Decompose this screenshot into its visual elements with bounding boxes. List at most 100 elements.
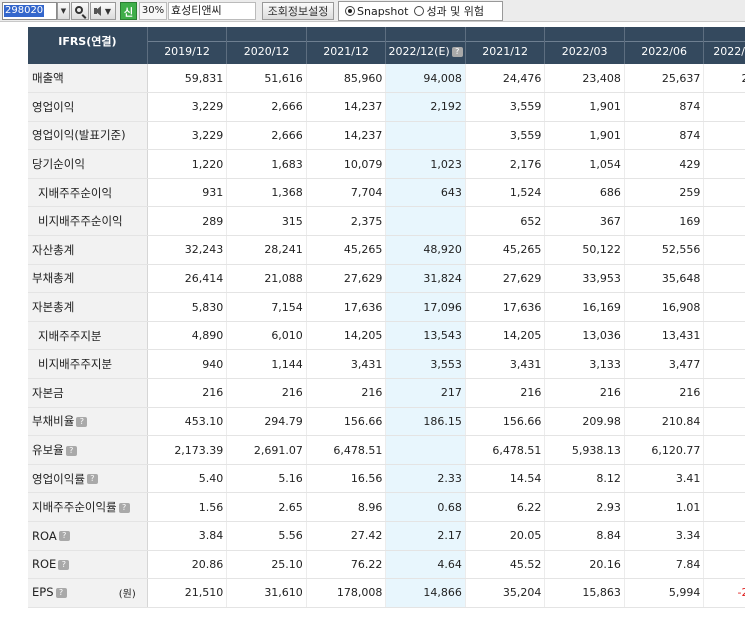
table-cell: 17,636 [465,292,546,322]
period-header[interactable]: 2022/09(P) [703,27,745,64]
table-cell: 5.56 [226,521,307,551]
table-cell [385,435,466,465]
help-icon[interactable]: ? [86,474,98,485]
table-cell [703,206,745,237]
period-header[interactable]: 2019/12 [147,27,228,64]
table-cell: 27.42 [306,521,387,551]
stock-code-text: 298020 [4,5,45,17]
table-cell: 32,243 [147,235,228,265]
table-cell [703,550,745,580]
financial-table: IFRS(연결) 2019/12 2020/12 2021/12 2022/12… [28,27,745,608]
company-name: 효성티앤씨 [168,2,256,20]
row-label-text: 자본총계 [32,300,75,315]
table-cell: 1,901 [544,92,625,122]
table-cell [703,321,745,351]
help-icon[interactable]: ? [55,587,67,598]
table-cell: -1,108 [703,121,745,151]
table-cell: -21,901 [703,578,745,608]
table-cell: 17,636 [306,292,387,322]
ratio-field[interactable]: 30% [139,2,167,20]
table-row: ROA? 3.84 5.56 27.42 2.17 20.05 8.84 3.34 [28,521,745,551]
table-cell: 8.96 [306,492,387,522]
row-label-text: 영업이익률 [32,471,85,486]
table-cell: 23,408 [544,64,625,94]
table-row: 지배주주지분 4,890 6,010 14,205 13,543 14,205 13,036… [28,321,745,351]
table-cell: 216 [544,378,625,408]
table-cell: 289 [147,206,228,237]
new-button[interactable]: 신 [120,2,137,20]
table-cell [703,292,745,322]
stock-code-input[interactable]: 298020 [2,2,57,20]
table-cell: 35,204 [465,578,546,608]
search-button[interactable] [71,2,89,20]
period-header[interactable]: 2020/12 [226,27,307,64]
chevron-down-icon: ▼ [104,6,112,16]
table-cell: 453.10 [147,407,228,437]
help-icon[interactable]: ? [76,416,88,427]
table-cell: 209.98 [544,407,625,437]
table-cell: 8.12 [544,464,625,494]
period-header[interactable]: 2022/03 [544,27,625,64]
row-label: 부채총계 [28,264,148,294]
table-cell: 5,830 [147,292,228,322]
table-cell: -5.63 [703,492,745,522]
period-header[interactable]: 2021/12 [465,27,546,64]
table-cell: 2,173.39 [147,435,228,465]
table-corner-label: IFRS(연결) [28,27,148,64]
table-cell: 16,169 [544,292,625,322]
help-icon[interactable]: ? [451,47,463,57]
code-dropdown-button[interactable]: ▼ [57,2,70,20]
table-cell: 25.10 [226,550,307,580]
period-header[interactable]: 2021/12 [306,27,387,64]
table-cell: 216 [624,378,705,408]
table-cell: 45.52 [465,550,546,580]
row-label: 당기순이익 [28,149,148,179]
row-label-text: 지배주주지분 [38,328,102,343]
row-label: 매출액 [28,64,148,94]
table-cell: -1,221 [703,149,745,179]
table-row: 비지배주주순이익 289 315 2,375 652 367 169 [28,206,745,237]
help-icon[interactable]: ? [118,502,130,513]
row-label: 자본총계 [28,292,148,322]
toolbar: 298020 ▼ ▼ 신 30% 효성티앤씨 조회정보설정 Snapshot 성… [0,0,745,22]
table-cell: 3.34 [624,521,705,551]
help-icon[interactable]: ? [58,531,70,542]
row-label: EPS? (원) [28,578,148,608]
table-cell: 643 [385,178,466,208]
table-cell: 5,994 [624,578,705,608]
row-label: 지배주주순이익 [28,178,148,208]
table-row: 유보율? 2,173.39 2,691.07 6,478.51 6,478.51 5,93… [28,435,745,465]
row-label-text: 지배주주순이익 [38,185,113,200]
row-label-text: ROE [32,557,57,572]
table-cell: 13,431 [624,321,705,351]
table-cell: 1,023 [385,149,466,179]
help-icon[interactable]: ? [58,559,70,570]
table-cell: 2.17 [385,521,466,551]
row-label-text: 영업이익(발표기준) [32,128,126,143]
query-settings-button[interactable]: 조회정보설정 [262,2,334,20]
row-label-text: EPS [32,585,54,600]
radio-performance-label: 성과 및 위험 [426,5,485,18]
table-row: 영업이익 3,2292,66614,2372,1923,5591,901874-1… [28,92,745,122]
table-cell: 216 [147,378,228,408]
radio-performance[interactable]: 성과 및 위험 [414,3,484,19]
table-cell: 14.54 [465,464,546,494]
table-cell: 20.86 [147,550,228,580]
speaker-dropdown-button[interactable]: ▼ [90,2,116,20]
table-cell: 35,648 [624,264,705,294]
table-row: ROE? 20.86 25.10 76.22 4.64 45.52 20.16 7.84 [28,550,745,580]
period-header-estimate[interactable]: 2022/12(E)? [385,27,466,64]
table-cell: 216 [465,378,546,408]
row-label: 영업이익 [28,92,148,122]
table-cell: 27,629 [306,264,387,294]
table-cell: 2.93 [544,492,625,522]
radio-snapshot[interactable]: Snapshot [345,5,408,18]
period-header[interactable]: 2022/06 [624,27,705,64]
table-cell: 1,368 [226,178,307,208]
search-icon [75,6,83,14]
table-cell: 21,671 [703,64,745,94]
table-cell: 1.01 [624,492,705,522]
table-cell: 16,908 [624,292,705,322]
help-icon[interactable]: ? [65,445,77,456]
table-cell: 5.40 [147,464,228,494]
